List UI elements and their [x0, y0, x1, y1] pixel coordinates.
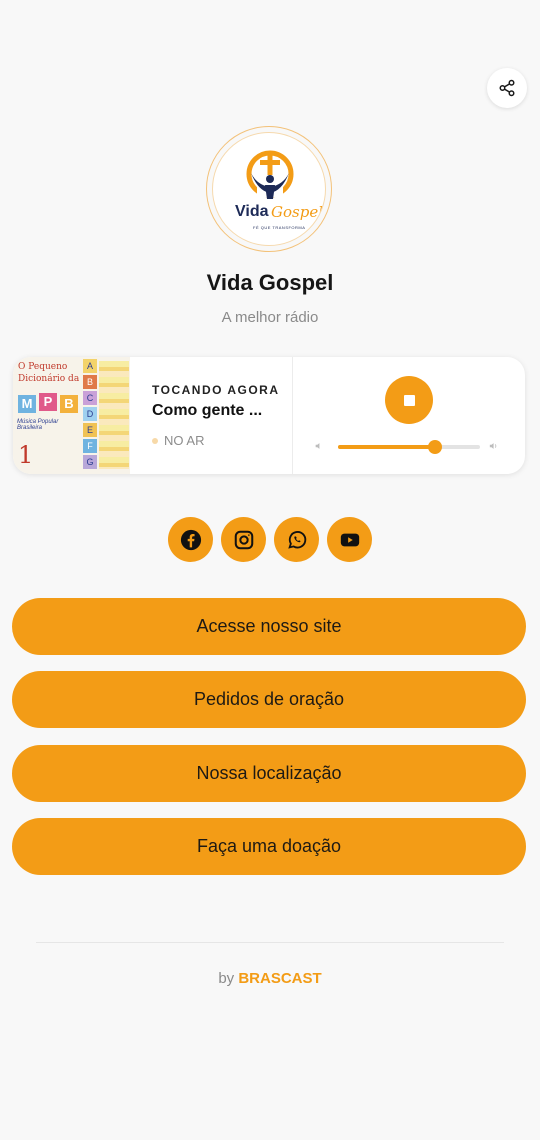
location-button[interactable]: Nossa localização: [12, 745, 526, 802]
facebook-icon: [180, 529, 201, 550]
station-subtitle: A melhor rádio: [221, 309, 319, 326]
volume-slider-thumb[interactable]: [427, 440, 442, 454]
share-icon: [499, 79, 515, 97]
logo-badge: Vida Gospel FÉ QUE TRANSFORMA: [212, 132, 326, 246]
whatsapp-button[interactable]: [274, 517, 319, 562]
cover-letter-b: B: [60, 395, 78, 413]
cover-side-blocks: A B C D E F G: [83, 359, 130, 472]
social-links: [0, 517, 540, 562]
stop-button[interactable]: [385, 376, 433, 424]
logo-script: Gospel: [271, 203, 323, 221]
cover-stripes: [99, 361, 129, 469]
cover-volume-number: 1: [18, 441, 34, 469]
volume-low-icon[interactable]: [314, 441, 324, 451]
cover-letter-p: P: [39, 393, 57, 411]
cover-title-line1: O Pequeno: [18, 362, 68, 372]
live-dot-icon: [152, 437, 158, 444]
album-cover: O Pequeno Dicionário da M P B Música Pop…: [13, 357, 130, 474]
footer-brand-link[interactable]: BRASCAST: [238, 970, 321, 987]
volume-slider[interactable]: [338, 445, 480, 449]
cover-block-d: D: [83, 407, 97, 421]
cover-subtitle: Música Popular Brasileira: [17, 419, 59, 431]
station-logo: Vida Gospel FÉ QUE TRANSFORMA: [206, 126, 332, 252]
cover-block-f: F: [83, 439, 97, 453]
logo-tagline: FÉ QUE TRANSFORMA: [253, 225, 306, 230]
stop-icon: [403, 394, 415, 406]
footer-by: by: [218, 970, 235, 987]
footer-divider: [36, 942, 504, 943]
logo-name: Vida: [235, 203, 269, 220]
youtube-button[interactable]: [327, 517, 372, 562]
live-status: NO AR: [152, 433, 204, 448]
now-playing-label: TOCANDO AGORA: [152, 383, 280, 397]
donation-button[interactable]: Faça uma doação: [12, 818, 526, 875]
live-status-text: NO AR: [164, 433, 205, 448]
cover-letter-m: M: [18, 395, 36, 413]
player-divider: [292, 357, 293, 474]
cover-block-b: B: [83, 375, 97, 389]
cover-block-c: C: [83, 391, 97, 405]
volume-high-icon[interactable]: [488, 441, 500, 451]
player-card: O Pequeno Dicionário da M P B Música Pop…: [13, 357, 525, 474]
cover-block-a: A: [83, 359, 97, 373]
footer: by BRASCAST: [0, 970, 540, 987]
prayer-requests-button[interactable]: Pedidos de oração: [12, 671, 526, 728]
track-title: Como gente ...: [152, 402, 263, 419]
whatsapp-icon: [287, 530, 306, 549]
instagram-icon: [234, 530, 253, 549]
volume-slider-fill: [338, 445, 435, 449]
youtube-icon: [340, 533, 359, 546]
facebook-button[interactable]: [168, 517, 213, 562]
station-title: Vida Gospel: [206, 270, 334, 295]
share-button[interactable]: [487, 68, 527, 108]
website-link-button[interactable]: Acesse nosso site: [12, 598, 526, 655]
cover-block-g: G: [83, 455, 97, 469]
cover-block-e: E: [83, 423, 97, 437]
cover-title-line2: Dicionário da: [18, 374, 80, 384]
instagram-button[interactable]: [221, 517, 266, 562]
